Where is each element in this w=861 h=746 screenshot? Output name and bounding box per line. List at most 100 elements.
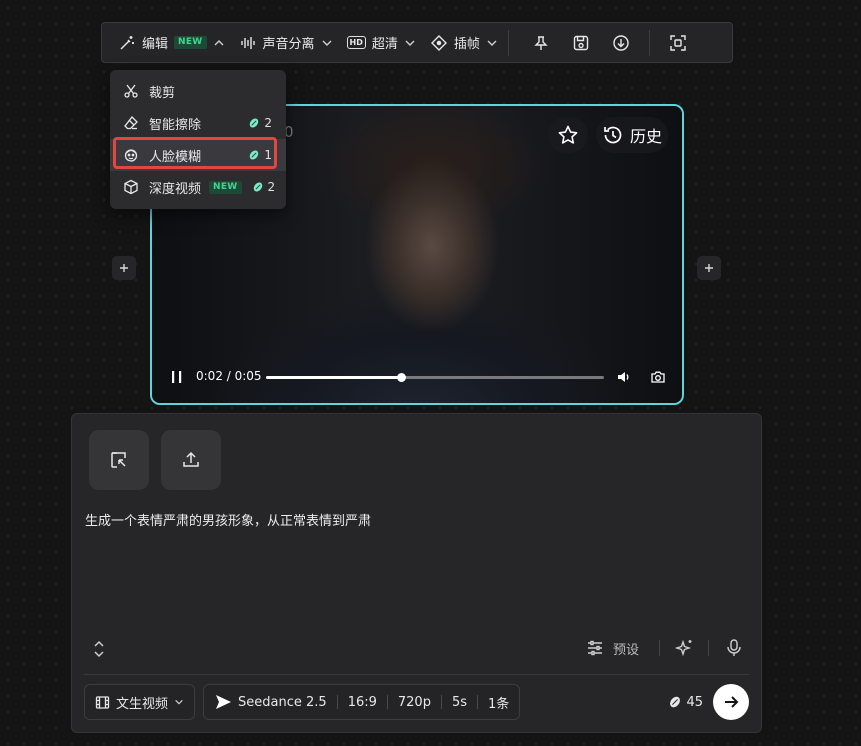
bean-icon [252, 181, 264, 193]
plus-icon [704, 263, 714, 273]
edit-dropdown-menu: 裁剪 智能擦除 2 人脸模糊 1 深度视频 NEW 2 [110, 70, 286, 209]
submit-button[interactable] [713, 684, 749, 720]
menu-item-label: 人脸模糊 [149, 149, 202, 165]
credit-value: 45 [686, 694, 703, 710]
resolution: 720p [397, 694, 431, 710]
preset-button[interactable]: 预设 [613, 639, 639, 658]
frame-interp-label: 插帧 [453, 37, 480, 52]
save-button[interactable] [561, 23, 601, 62]
history-label: 历史 [629, 127, 662, 146]
frame-interp-button[interactable]: 插帧 [430, 23, 498, 62]
film-icon [95, 695, 110, 710]
composer-divider [84, 674, 749, 675]
star-icon [557, 124, 579, 146]
mode-select[interactable]: 文生视频 [84, 684, 196, 720]
face-icon [123, 147, 139, 163]
add-left-button[interactable] [112, 256, 136, 280]
menu-item-smart-erase[interactable]: 智能擦除 2 [110, 107, 286, 139]
pause-button[interactable] [170, 370, 184, 384]
menu-item-label: 深度视频 [149, 181, 202, 197]
model-name: Seedance 2.5 [238, 694, 327, 710]
bean-icon [248, 117, 260, 129]
arrow-right-icon [722, 693, 740, 711]
sliders-icon [586, 639, 604, 657]
menu-item-face-blur[interactable]: 人脸模糊 1 [110, 139, 286, 171]
progress-handle[interactable] [397, 373, 407, 382]
prompt-text[interactable]: 生成一个表情严肃的男孩形象，从正常表情到严肃 [85, 510, 371, 529]
favorite-button[interactable] [548, 117, 588, 153]
bean-icon [668, 695, 682, 709]
waveform-icon [239, 34, 257, 52]
duration: 5s [451, 694, 468, 710]
magic-wand-icon [118, 34, 136, 52]
generation-settings[interactable]: Seedance 2.5 16:9 720p 5s 1条 [203, 684, 521, 720]
hd-icon: HD [346, 36, 366, 49]
microphone-icon[interactable] [725, 638, 743, 658]
settings-divider [336, 695, 338, 709]
mode-label: 文生视频 [116, 696, 169, 712]
upload-button[interactable] [161, 430, 221, 490]
expand-toggle[interactable] [92, 640, 106, 658]
cost-value: 2 [267, 180, 276, 194]
progress-fill [266, 376, 402, 379]
send-arrow-icon [214, 694, 232, 710]
video-controls: 0:02 / 0:05 [152, 367, 682, 387]
save-icon [572, 34, 590, 52]
pin-button[interactable] [521, 23, 561, 62]
edit-menu-button[interactable]: 编辑 NEW [118, 23, 225, 62]
reference-frame-button[interactable] [89, 430, 149, 490]
chevron-down-icon [404, 37, 416, 49]
prompt-composer: 生成一个表情严肃的男孩形象，从正常表情到严肃 预设 文生视频 Seedance … [71, 413, 762, 733]
focus-frame-icon [669, 34, 687, 52]
new-badge: NEW [174, 36, 207, 49]
cube-icon [123, 179, 139, 195]
history-button[interactable]: 历史 [596, 117, 668, 153]
diamond-icon [430, 34, 448, 52]
composer-tools: 预设 [72, 636, 761, 660]
progress-bar[interactable] [266, 373, 604, 382]
toolbar-divider [648, 29, 650, 56]
screenshot-button[interactable] [650, 369, 666, 385]
bean-icon [248, 149, 260, 161]
image-select-icon [109, 450, 129, 470]
chevron-down-icon [486, 37, 498, 49]
credit-balance: 45 [668, 695, 703, 710]
credit-cost: 1 [248, 148, 272, 162]
new-badge: NEW [209, 180, 242, 194]
aspect-ratio: 16:9 [347, 694, 377, 710]
sparkle-icon[interactable] [675, 638, 695, 658]
menu-item-depth-video[interactable]: 深度视频 NEW 2 [110, 171, 286, 203]
tools-divider [708, 640, 709, 656]
cost-value: 1 [264, 148, 272, 162]
history-icon [602, 124, 624, 146]
hd-upscale-button[interactable]: HD 超清 [346, 23, 416, 62]
audio-split-button[interactable]: 声音分离 [239, 23, 333, 62]
download-icon [612, 34, 630, 52]
cost-value: 2 [264, 116, 272, 130]
pin-icon [532, 34, 550, 52]
time-display: 0:02 / 0:05 [196, 369, 262, 383]
toolbar-divider [507, 29, 509, 56]
audio-split-label: 声音分离 [262, 37, 315, 52]
eraser-icon [123, 115, 139, 131]
chevron-down-icon [321, 37, 333, 49]
menu-item-crop[interactable]: 裁剪 [110, 75, 286, 107]
menu-item-label: 智能擦除 [149, 117, 202, 133]
credit-cost: 2 [252, 180, 276, 194]
upload-icon [181, 450, 201, 470]
composer-bottom-bar: 文生视频 Seedance 2.5 16:9 720p 5s 1条 45 [84, 684, 749, 720]
tools-divider [659, 640, 660, 656]
volume-button[interactable] [616, 369, 632, 385]
edit-menu-label: 编辑 [142, 37, 169, 52]
top-toolbar: 编辑 NEW 声音分离 HD 超清 插帧 [101, 22, 733, 63]
download-button[interactable] [601, 23, 641, 62]
settings-divider [440, 695, 442, 709]
hd-label: 超清 [371, 37, 398, 52]
settings-divider [477, 695, 479, 709]
plus-icon [119, 263, 129, 273]
fullscreen-button[interactable] [658, 23, 698, 62]
add-right-button[interactable] [697, 256, 721, 280]
scissors-icon [123, 83, 139, 99]
output-count: 1条 [488, 696, 510, 712]
chevron-down-icon [174, 697, 184, 707]
